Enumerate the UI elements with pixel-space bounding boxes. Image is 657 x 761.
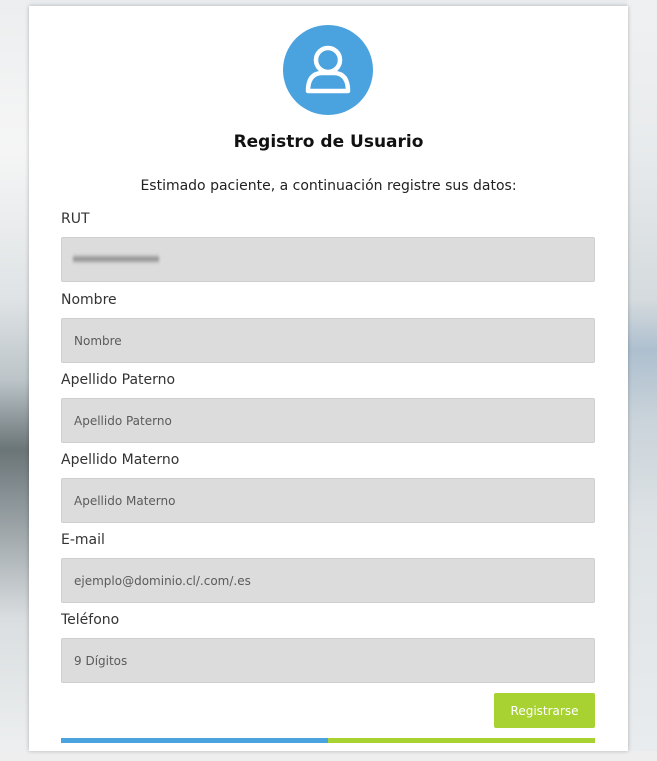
bottom-strip xyxy=(0,751,657,761)
apellido-materno-label: Apellido Materno xyxy=(61,452,180,468)
registration-card: Registro de Usuario Estimado paciente, a… xyxy=(29,6,628,751)
rut-label: RUT xyxy=(61,211,90,227)
footer-bar-blue xyxy=(61,738,328,743)
nombre-input[interactable] xyxy=(61,318,595,363)
telefono-label: Teléfono xyxy=(61,612,120,628)
apellido-materno-input[interactable] xyxy=(61,478,595,523)
background-right-edge xyxy=(627,0,657,761)
apellido-paterno-label: Apellido Paterno xyxy=(61,372,176,388)
page-title: Registro de Usuario xyxy=(233,132,424,152)
email-input[interactable] xyxy=(61,558,595,603)
telefono-input[interactable] xyxy=(61,638,595,683)
register-button[interactable]: Registrarse xyxy=(494,693,595,728)
apellido-paterno-input[interactable] xyxy=(61,398,595,443)
email-label: E-mail xyxy=(61,532,105,548)
rut-redacted-value xyxy=(73,254,159,264)
footer-bar-green xyxy=(328,738,595,743)
avatar xyxy=(283,25,373,115)
background-left-edge xyxy=(0,0,30,761)
nombre-label: Nombre xyxy=(61,292,117,308)
form-instructions: Estimado paciente, a continuación regist… xyxy=(140,178,517,194)
user-icon xyxy=(305,45,351,94)
